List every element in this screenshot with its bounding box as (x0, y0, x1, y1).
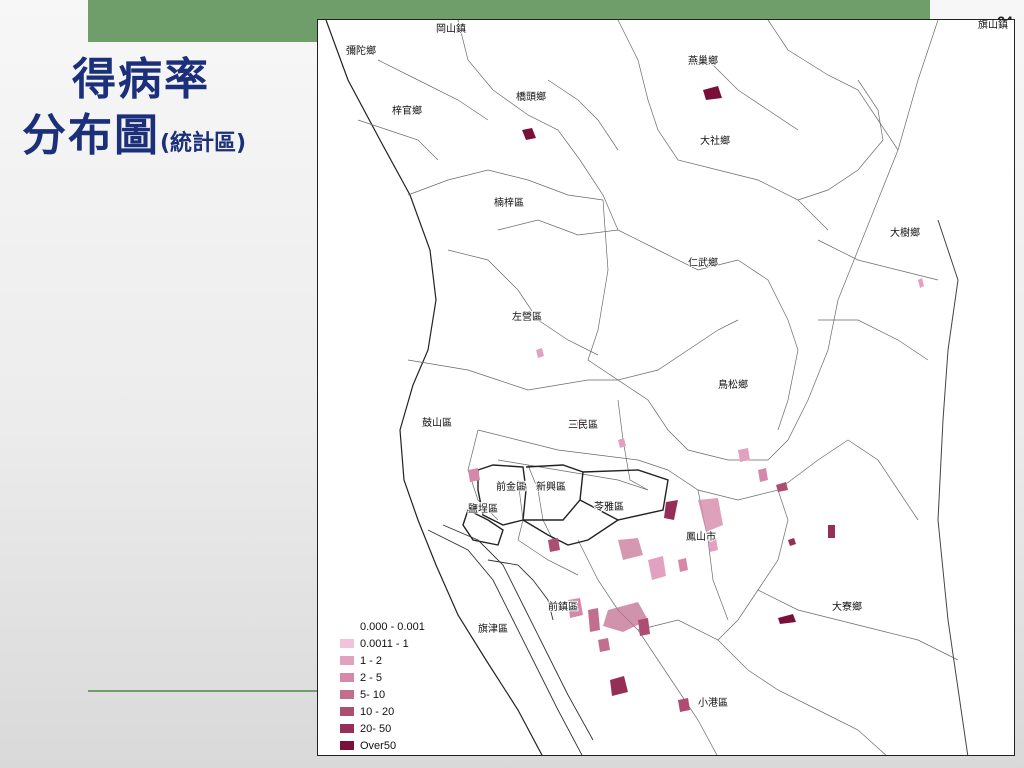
title-line-1: 得病率 (72, 54, 210, 105)
district-label: 楠梓區 (494, 196, 524, 209)
incidence-patches (468, 86, 924, 712)
legend-item: 5- 10 (340, 686, 450, 703)
legend-item: 0.0011 - 1 (340, 635, 450, 652)
district-label: 鹽埕區 (468, 502, 498, 515)
legend-label: 20- 50 (360, 722, 392, 735)
title-line-2-main: 分布圖 (22, 110, 160, 161)
district-label: 仁武鄉 (688, 256, 718, 269)
legend-item: 20- 50 (340, 720, 450, 737)
district-label: 大社鄉 (700, 134, 730, 147)
district-label: 彌陀鄉 (346, 44, 376, 57)
district-label: 前金區 (496, 480, 526, 493)
district-label: 梓官鄉 (392, 104, 422, 117)
legend-swatch (340, 656, 354, 665)
district-label: 鳳山市 (686, 530, 716, 543)
legend-swatch (340, 639, 354, 648)
legend-item: Over50 (340, 737, 450, 754)
bottom-accent-rule (88, 690, 320, 692)
legend-swatch (340, 673, 354, 682)
map-legend: 0.000 - 0.001 0.0011 - 1 1 - 2 2 - 5 5- … (340, 618, 450, 754)
legend-label: 1 - 2 (360, 654, 383, 667)
legend-item: 10 - 20 (340, 703, 450, 720)
legend-item: 0.000 - 0.001 (340, 618, 450, 635)
legend-label: 0.0011 - 1 (360, 637, 409, 650)
district-label: 苓雅區 (594, 500, 624, 513)
district-label: 鳥松鄉 (718, 378, 748, 391)
legend-swatch (340, 622, 354, 631)
legend-swatch (340, 741, 354, 750)
district-label: 三民區 (568, 419, 598, 431)
legend-label: Over50 (360, 739, 397, 752)
title-subtitle: (統計區) (160, 131, 247, 156)
district-label: 新興區 (536, 480, 566, 493)
district-label: 大寮鄉 (832, 600, 862, 613)
district-label: 岡山鎮 (436, 22, 466, 35)
incidence-map: 岡山鎮 旗山鎮 彌陀鄉 燕巢鄉 橋頭鄉 梓官鄉 大社鄉 楠梓區 大樹鄉 仁武鄉 … (317, 19, 1015, 756)
district-label: 橋頭鄉 (516, 90, 546, 103)
district-label: 左營區 (512, 310, 542, 323)
legend-label: 2 - 5 (360, 671, 383, 684)
legend-label: 10 - 20 (360, 705, 395, 718)
district-labels: 岡山鎮 旗山鎮 彌陀鄉 燕巢鄉 橋頭鄉 梓官鄉 大社鄉 楠梓區 大樹鄉 仁武鄉 … (345, 20, 1009, 710)
legend-label: 0.000 - 0.001 (360, 620, 425, 633)
district-label: 大樹鄉 (890, 226, 920, 239)
legend-swatch (340, 724, 354, 733)
harbor-area (427, 524, 594, 755)
district-label: 小港區 (698, 697, 728, 709)
slide-title: 得病率 分布圖(統計區) (18, 52, 308, 172)
district-label: 前鎮區 (548, 600, 578, 613)
legend-label: 5- 10 (360, 688, 386, 701)
legend-item: 1 - 2 (340, 652, 450, 669)
legend-swatch (340, 690, 354, 699)
title-line-2: 分布圖(統計區) (18, 108, 308, 172)
district-label: 鼓山區 (422, 416, 452, 429)
district-label: 旗津區 (478, 622, 508, 635)
district-label: 燕巢鄉 (688, 54, 718, 67)
legend-item: 2 - 5 (340, 669, 450, 686)
legend-swatch (340, 707, 354, 716)
district-label: 旗山鎮 (978, 20, 1008, 31)
